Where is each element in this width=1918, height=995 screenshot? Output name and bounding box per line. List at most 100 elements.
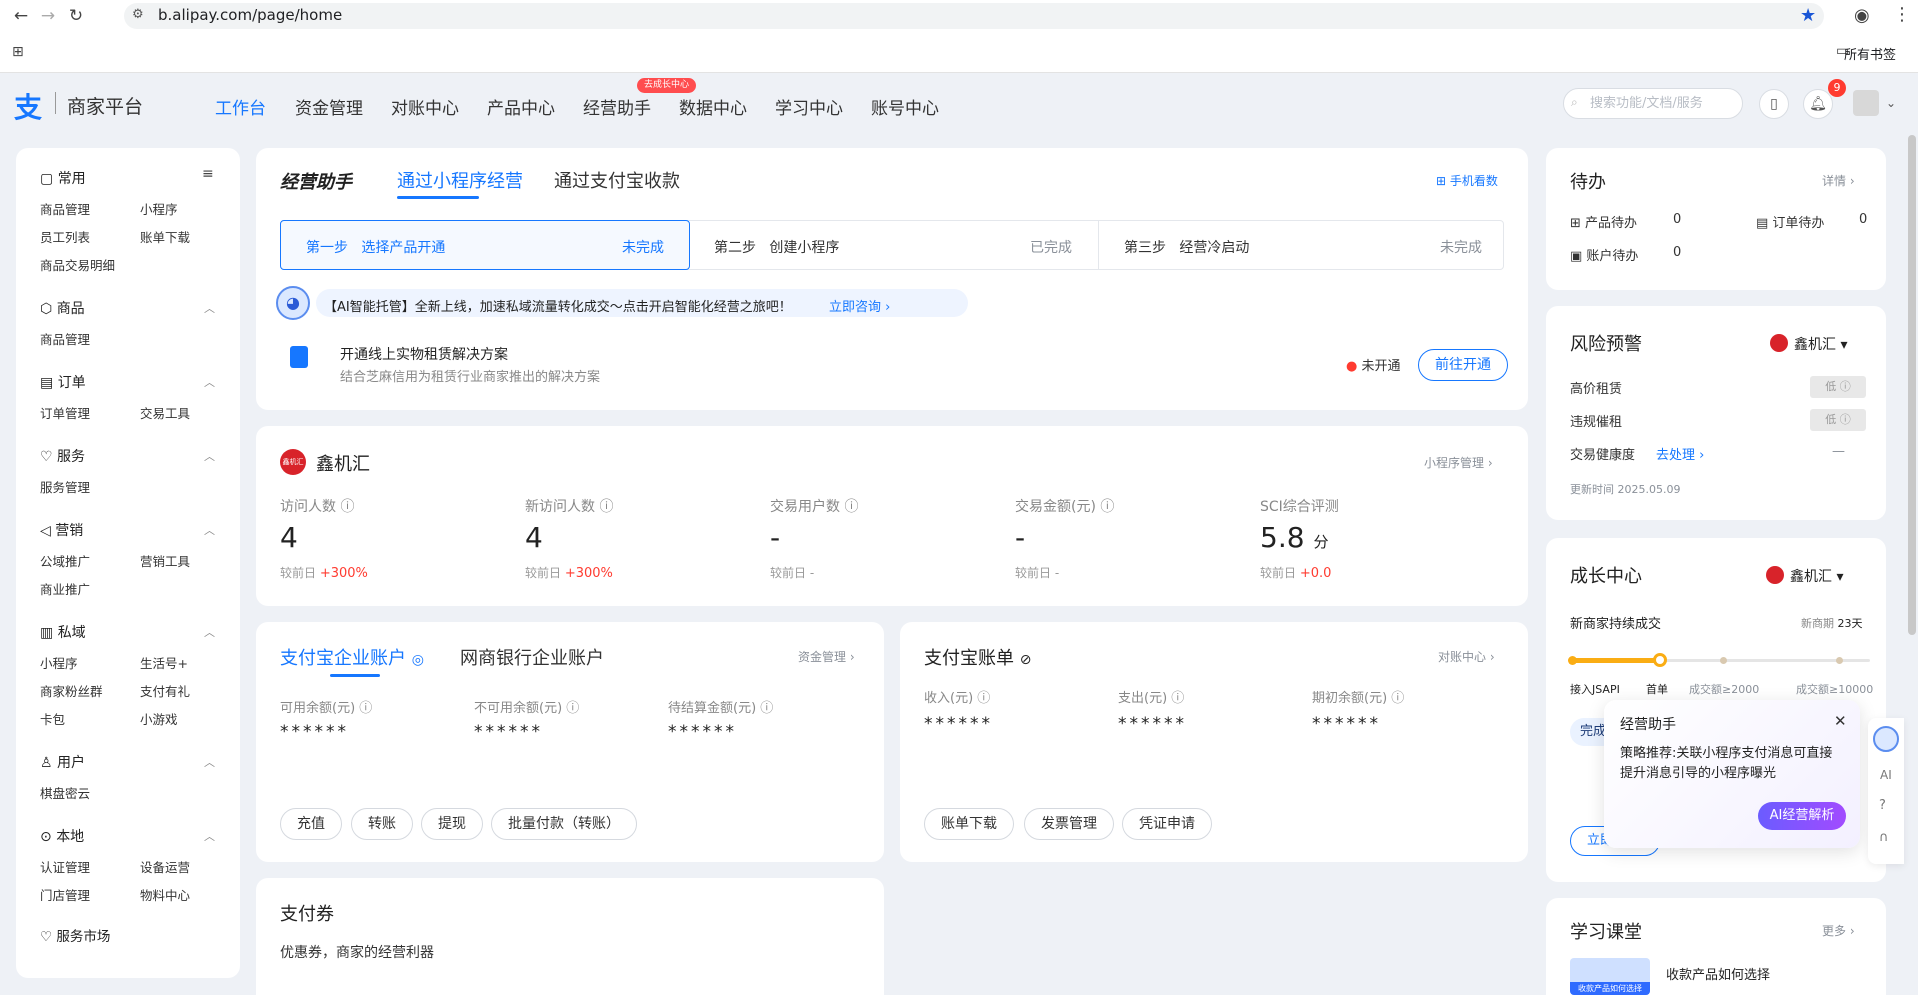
- tab-alipay-account[interactable]: 支付宝企业账户 ◎: [280, 644, 424, 670]
- avatar[interactable]: [1853, 90, 1879, 116]
- search-input[interactable]: 搜索功能/文档/服务: [1563, 88, 1743, 119]
- risk-store-select[interactable]: 鑫机汇 ▾: [1794, 334, 1847, 354]
- sidebar-item[interactable]: 小游戏: [140, 709, 178, 728]
- chevron-up-icon[interactable]: ︿: [204, 374, 215, 390]
- ai-consult-link[interactable]: 立即咨询 ›: [829, 296, 890, 315]
- bell-icon[interactable]: 🔔︎: [1803, 89, 1833, 119]
- tab-payment[interactable]: 通过支付宝收款: [554, 167, 680, 193]
- sidebar-section-marketing[interactable]: ◁ 营销: [40, 520, 83, 540]
- voucher-apply-button[interactable]: 凭证申请: [1122, 808, 1212, 840]
- mobile-icon[interactable]: ▯: [1759, 89, 1789, 119]
- nav-learning[interactable]: 学习中心: [775, 94, 843, 119]
- batch-pay-button[interactable]: 批量付款（转账）: [491, 808, 637, 840]
- back-icon[interactable]: ←: [9, 4, 33, 28]
- site-info-icon[interactable]: ⚙: [132, 7, 144, 22]
- sidebar-item[interactable]: 门店管理: [40, 885, 90, 904]
- sidebar-item[interactable]: 营销工具: [140, 551, 190, 570]
- sidebar-section-common[interactable]: ▢ 常用: [40, 168, 86, 188]
- sidebar-item[interactable]: 商品管理: [40, 329, 90, 348]
- nav-funds[interactable]: 资金管理: [295, 94, 363, 119]
- robot-icon[interactable]: [1873, 726, 1899, 752]
- nav-assistant[interactable]: 经营助手: [583, 94, 651, 119]
- collapse-menu-icon[interactable]: ≡: [202, 166, 214, 182]
- sidebar-item[interactable]: 账单下载: [140, 227, 190, 246]
- sidebar-item[interactable]: 卡包: [40, 709, 65, 728]
- ai-entry[interactable]: AI: [1880, 768, 1892, 782]
- sidebar-section-orders[interactable]: ▤ 订单: [40, 372, 86, 392]
- scrollbar-thumb[interactable]: [1908, 135, 1916, 635]
- miniprogram-manage-link[interactable]: 小程序管理 ›: [1424, 454, 1493, 471]
- reload-icon[interactable]: ↻: [64, 4, 88, 28]
- url-text[interactable]: b.alipay.com/page/home: [158, 6, 342, 24]
- chevron-up-icon[interactable]: ︿: [204, 448, 215, 464]
- alipay-logo-icon[interactable]: 支: [14, 86, 42, 126]
- handle-link[interactable]: 去处理 ›: [1656, 444, 1704, 463]
- sidebar-item[interactable]: 商家粉丝群: [40, 681, 103, 700]
- sidebar-item[interactable]: 认证管理: [40, 857, 90, 876]
- bookmark-star-icon[interactable]: ★: [1800, 5, 1816, 26]
- sidebar-item[interactable]: 订单管理: [40, 403, 90, 422]
- menu-kebab-icon[interactable]: ⋮: [1893, 4, 1911, 25]
- nav-data[interactable]: 数据中心: [679, 94, 747, 119]
- eye-icon[interactable]: ◎: [412, 652, 424, 668]
- help-icon[interactable]: ?: [1879, 798, 1886, 813]
- sidebar-section-goods[interactable]: ⬡ 商品: [40, 298, 85, 318]
- sidebar-item[interactable]: 公域推广: [40, 551, 90, 570]
- sidebar-section-private[interactable]: ▥ 私域: [40, 622, 86, 642]
- funds-manage-link[interactable]: 资金管理 ›: [798, 648, 855, 665]
- nav-growth-badge[interactable]: 去成长中心: [637, 78, 697, 93]
- recharge-button[interactable]: 充值: [280, 808, 342, 840]
- sidebar-item[interactable]: 设备运营: [140, 857, 190, 876]
- headset-icon[interactable]: ∩: [1879, 830, 1889, 845]
- close-icon[interactable]: ✕: [1834, 712, 1847, 730]
- mobile-view-link[interactable]: ⊞ 手机看数: [1436, 172, 1498, 189]
- growth-store-select[interactable]: 鑫机汇 ▾: [1790, 566, 1843, 586]
- nav-reconcile[interactable]: 对账中心: [391, 94, 459, 119]
- all-bookmarks[interactable]: 所有书签: [1844, 44, 1896, 63]
- eye-off-icon[interactable]: ⊘: [1020, 652, 1032, 668]
- nav-account[interactable]: 账号中心: [871, 94, 939, 119]
- sidebar-item[interactable]: 商品交易明细: [40, 255, 115, 274]
- sidebar-item[interactable]: 商品管理: [40, 199, 90, 218]
- sidebar-item[interactable]: 生活号+: [140, 653, 188, 672]
- sidebar-item[interactable]: 员工列表: [40, 227, 90, 246]
- withdraw-button[interactable]: 提现: [421, 808, 483, 840]
- sidebar-item[interactable]: 交易工具: [140, 403, 190, 422]
- chevron-up-icon[interactable]: ︿: [204, 522, 215, 538]
- step-3-label[interactable]: 第三步 经营冷启动: [1124, 237, 1249, 257]
- todo-item[interactable]: ⊞ 产品待办: [1570, 212, 1637, 231]
- chevron-down-icon[interactable]: ⌄: [1886, 96, 1896, 110]
- reconcile-link[interactable]: 对账中心 ›: [1438, 648, 1495, 665]
- course-item-title[interactable]: 收款产品如何选择: [1666, 964, 1770, 983]
- todo-item[interactable]: ▤ 订单待办: [1756, 212, 1824, 231]
- sidebar-item[interactable]: 支付有礼: [140, 681, 190, 700]
- step-2-label[interactable]: 第二步 创建小程序: [714, 237, 839, 257]
- invoice-manage-button[interactable]: 发票管理: [1024, 808, 1114, 840]
- sidebar-item[interactable]: 棋盘密云: [40, 783, 90, 802]
- sidebar-section-local[interactable]: ⊙ 本地: [40, 826, 84, 846]
- chevron-up-icon[interactable]: ︿: [204, 624, 215, 640]
- tab-miniprogram[interactable]: 通过小程序经营: [397, 167, 523, 193]
- todo-item[interactable]: ▣ 账户待办: [1570, 245, 1638, 264]
- todo-detail-link[interactable]: 详情 ›: [1822, 172, 1855, 189]
- ai-analysis-button[interactable]: AI经营解析: [1758, 802, 1846, 830]
- chevron-up-icon[interactable]: ︿: [204, 754, 215, 770]
- bill-download-button[interactable]: 账单下载: [924, 808, 1014, 840]
- nav-products[interactable]: 产品中心: [487, 94, 555, 119]
- chevron-up-icon[interactable]: ︿: [204, 828, 215, 844]
- nav-workbench[interactable]: 工作台: [215, 94, 266, 119]
- forward-icon[interactable]: →: [36, 4, 60, 28]
- sidebar-item[interactable]: 物料中心: [140, 885, 190, 904]
- sidebar-section-service[interactable]: ♡ 服务: [40, 446, 85, 466]
- transfer-button[interactable]: 转账: [351, 808, 413, 840]
- apps-grid-icon[interactable]: ⊞: [12, 44, 24, 60]
- chevron-up-icon[interactable]: ︿: [204, 300, 215, 316]
- open-solution-button[interactable]: 前往开通: [1418, 349, 1508, 381]
- sidebar-item[interactable]: 商业推广: [40, 579, 90, 598]
- sidebar-item[interactable]: 小程序: [40, 653, 78, 672]
- address-bar[interactable]: [124, 3, 1824, 29]
- sidebar-section-users[interactable]: ♙ 用户: [40, 752, 85, 772]
- profile-icon[interactable]: ◉: [1854, 5, 1870, 26]
- sidebar-item[interactable]: 小程序: [140, 199, 178, 218]
- learn-more-link[interactable]: 更多 ›: [1822, 922, 1855, 939]
